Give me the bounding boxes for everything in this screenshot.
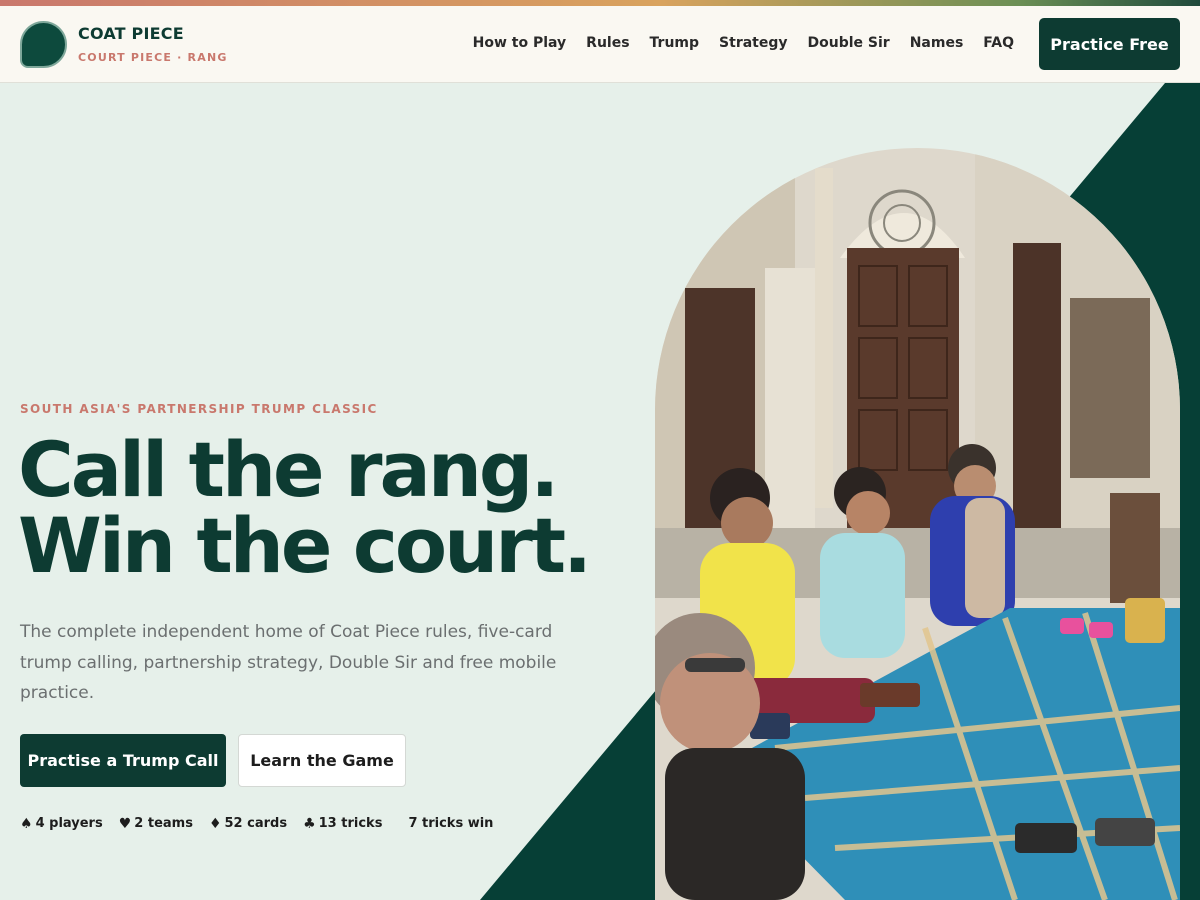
- headline-line-2: Win the court.: [18, 501, 592, 590]
- hero-lead: The complete independent home of Coat Pi…: [20, 622, 557, 703]
- stat-label: 4 players: [35, 816, 103, 831]
- game-stats: ♠ 4 players ♥ 2 teams ♦ 52 cards ♣ 13 tr…: [20, 816, 493, 831]
- spade-icon: ♠: [20, 815, 33, 832]
- hero-photo: [655, 148, 1180, 900]
- nav-faq[interactable]: FAQ: [983, 35, 1014, 51]
- learn-the-game-button[interactable]: Learn the Game: [238, 734, 406, 787]
- hero-headline: Call the rang. Win the court.: [18, 432, 592, 584]
- nav-strategy[interactable]: Strategy: [719, 35, 787, 51]
- diamond-icon: ♦: [208, 815, 222, 832]
- stat-tricks: ♣ 13 tricks: [303, 816, 382, 831]
- stat-label: 2 teams: [134, 816, 193, 831]
- stat-win-condition: 7 tricks win: [408, 816, 493, 831]
- nav-double-sir[interactable]: Double Sir: [808, 35, 890, 51]
- nav-how-to-play[interactable]: How to Play: [473, 35, 567, 51]
- stat-label: 52 cards: [224, 816, 288, 831]
- practice-free-button[interactable]: Practice Free: [1039, 18, 1180, 70]
- stat-label: 7 tricks win: [408, 816, 494, 831]
- logo-icon[interactable]: [20, 21, 67, 68]
- stat-teams: ♥ 2 teams: [119, 816, 193, 831]
- stat-cards: ♦ 52 cards: [209, 816, 287, 831]
- stat-label: 13 tricks: [318, 816, 383, 831]
- hero-eyebrow: SOUTH ASIA'S PARTNERSHIP TRUMP CLASSIC: [20, 402, 378, 416]
- nav-trump[interactable]: Trump: [650, 35, 700, 51]
- nav-rules[interactable]: Rules: [586, 35, 629, 51]
- stat-players: ♠ 4 players: [20, 816, 103, 831]
- heart-icon: ♥: [118, 815, 132, 832]
- practise-trump-call-button[interactable]: Practise a Trump Call: [20, 734, 226, 787]
- brand-name[interactable]: COAT PIECE: [78, 24, 184, 43]
- brand-subtitle: COURT PIECE · RANG: [78, 51, 228, 64]
- main-nav: How to Play Rules Trump Strategy Double …: [473, 35, 1014, 51]
- site-header: COAT PIECE COURT PIECE · RANG How to Pla…: [0, 6, 1200, 83]
- nav-names[interactable]: Names: [910, 35, 964, 51]
- club-icon: ♣: [303, 815, 316, 832]
